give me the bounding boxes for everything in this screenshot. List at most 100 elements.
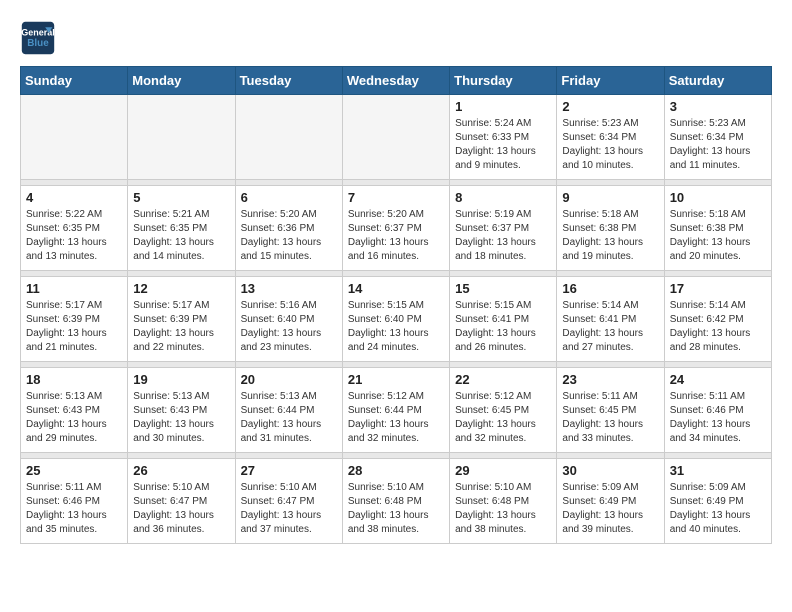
day-number: 7 (348, 190, 444, 205)
calendar-cell: 10 Sunrise: 5:18 AM Sunset: 6:38 PM Dayli… (664, 186, 771, 271)
day-info: Sunrise: 5:12 AM Sunset: 6:45 PM Dayligh… (455, 390, 551, 446)
calendar-cell: 6 Sunrise: 5:20 AM Sunset: 6:36 PM Daylig… (235, 186, 342, 271)
day-info: Sunrise: 5:11 AM Sunset: 6:46 PM Dayligh… (26, 481, 122, 537)
day-info: Sunrise: 5:22 AM Sunset: 6:35 PM Dayligh… (26, 208, 122, 264)
calendar-cell: 13 Sunrise: 5:16 AM Sunset: 6:40 PM Dayli… (235, 277, 342, 362)
day-number: 1 (455, 99, 551, 114)
calendar-header-row: SundayMondayTuesdayWednesdayThursdayFrid… (21, 67, 772, 95)
day-info: Sunrise: 5:18 AM Sunset: 6:38 PM Dayligh… (562, 208, 658, 264)
day-info: Sunrise: 5:13 AM Sunset: 6:43 PM Dayligh… (26, 390, 122, 446)
calendar-cell: 31 Sunrise: 5:09 AM Sunset: 6:49 PM Dayli… (664, 459, 771, 544)
calendar-cell: 7 Sunrise: 5:20 AM Sunset: 6:37 PM Daylig… (342, 186, 449, 271)
day-number: 29 (455, 463, 551, 478)
calendar-cell: 2 Sunrise: 5:23 AM Sunset: 6:34 PM Daylig… (557, 95, 664, 180)
day-number: 14 (348, 281, 444, 296)
day-info: Sunrise: 5:20 AM Sunset: 6:37 PM Dayligh… (348, 208, 444, 264)
day-number: 22 (455, 372, 551, 387)
calendar-cell: 8 Sunrise: 5:19 AM Sunset: 6:37 PM Daylig… (450, 186, 557, 271)
calendar-cell: 4 Sunrise: 5:22 AM Sunset: 6:35 PM Daylig… (21, 186, 128, 271)
day-number: 6 (241, 190, 337, 205)
weekday-header-sunday: Sunday (21, 67, 128, 95)
day-number: 30 (562, 463, 658, 478)
day-number: 13 (241, 281, 337, 296)
calendar-cell: 26Sunrise: 5:10 AM Sunset: 6:47 PM Dayli… (128, 459, 235, 544)
calendar-cell (21, 95, 128, 180)
day-number: 15 (455, 281, 551, 296)
calendar-cell: 1 Sunrise: 5:24 AM Sunset: 6:33 PM Daylig… (450, 95, 557, 180)
calendar-cell: 21 Sunrise: 5:12 AM Sunset: 6:44 PM Dayli… (342, 368, 449, 453)
day-info: Sunrise: 5:18 AM Sunset: 6:38 PM Dayligh… (670, 208, 766, 264)
day-info: Sunrise: 5:21 AM Sunset: 6:35 PM Dayligh… (133, 208, 229, 264)
day-info: Sunrise: 5:20 AM Sunset: 6:36 PM Dayligh… (241, 208, 337, 264)
day-info: Sunrise: 5:14 AM Sunset: 6:42 PM Dayligh… (670, 299, 766, 355)
day-info: Sunrise: 5:10 AM Sunset: 6:48 PM Dayligh… (455, 481, 551, 537)
day-info: Sunrise: 5:10 AM Sunset: 6:48 PM Dayligh… (348, 481, 444, 537)
page-header: General Blue (20, 20, 772, 56)
day-info: Sunrise: 5:16 AM Sunset: 6:40 PM Dayligh… (241, 299, 337, 355)
calendar-cell: 30Sunrise: 5:09 AM Sunset: 6:49 PM Dayli… (557, 459, 664, 544)
calendar-cell: 14 Sunrise: 5:15 AM Sunset: 6:40 PM Dayli… (342, 277, 449, 362)
weekday-header-thursday: Thursday (450, 67, 557, 95)
calendar-cell: 16 Sunrise: 5:14 AM Sunset: 6:41 PM Dayli… (557, 277, 664, 362)
day-info: Sunrise: 5:15 AM Sunset: 6:40 PM Dayligh… (348, 299, 444, 355)
day-info: Sunrise: 5:10 AM Sunset: 6:47 PM Dayligh… (241, 481, 337, 537)
day-info: Sunrise: 5:23 AM Sunset: 6:34 PM Dayligh… (562, 117, 658, 173)
calendar-week-5: 25Sunrise: 5:11 AM Sunset: 6:46 PM Dayli… (21, 459, 772, 544)
calendar-cell: 22 Sunrise: 5:12 AM Sunset: 6:45 PM Dayli… (450, 368, 557, 453)
calendar-week-3: 11 Sunrise: 5:17 AM Sunset: 6:39 PM Dayli… (21, 277, 772, 362)
day-info: Sunrise: 5:23 AM Sunset: 6:34 PM Dayligh… (670, 117, 766, 173)
calendar-cell (235, 95, 342, 180)
day-number: 16 (562, 281, 658, 296)
day-number: 10 (670, 190, 766, 205)
weekday-header-monday: Monday (128, 67, 235, 95)
day-info: Sunrise: 5:14 AM Sunset: 6:41 PM Dayligh… (562, 299, 658, 355)
day-number: 19 (133, 372, 229, 387)
calendar-cell (342, 95, 449, 180)
day-number: 27 (241, 463, 337, 478)
calendar-cell: 19 Sunrise: 5:13 AM Sunset: 6:43 PM Dayli… (128, 368, 235, 453)
calendar-cell: 20 Sunrise: 5:13 AM Sunset: 6:44 PM Dayli… (235, 368, 342, 453)
day-info: Sunrise: 5:17 AM Sunset: 6:39 PM Dayligh… (26, 299, 122, 355)
calendar-week-2: 4 Sunrise: 5:22 AM Sunset: 6:35 PM Daylig… (21, 186, 772, 271)
day-info: Sunrise: 5:24 AM Sunset: 6:33 PM Dayligh… (455, 117, 551, 173)
weekday-header-saturday: Saturday (664, 67, 771, 95)
weekday-header-friday: Friday (557, 67, 664, 95)
day-info: Sunrise: 5:12 AM Sunset: 6:44 PM Dayligh… (348, 390, 444, 446)
day-info: Sunrise: 5:09 AM Sunset: 6:49 PM Dayligh… (670, 481, 766, 537)
day-number: 18 (26, 372, 122, 387)
calendar-cell: 12 Sunrise: 5:17 AM Sunset: 6:39 PM Dayli… (128, 277, 235, 362)
calendar-week-4: 18 Sunrise: 5:13 AM Sunset: 6:43 PM Dayli… (21, 368, 772, 453)
calendar-cell: 28 Sunrise: 5:10 AM Sunset: 6:48 PM Dayli… (342, 459, 449, 544)
calendar-cell: 11 Sunrise: 5:17 AM Sunset: 6:39 PM Dayli… (21, 277, 128, 362)
day-number: 8 (455, 190, 551, 205)
day-number: 21 (348, 372, 444, 387)
day-info: Sunrise: 5:15 AM Sunset: 6:41 PM Dayligh… (455, 299, 551, 355)
calendar-cell: 5Sunrise: 5:21 AM Sunset: 6:35 PM Daylig… (128, 186, 235, 271)
calendar-cell: 27 Sunrise: 5:10 AM Sunset: 6:47 PM Dayli… (235, 459, 342, 544)
day-number: 4 (26, 190, 122, 205)
svg-text:Blue: Blue (27, 38, 49, 49)
day-info: Sunrise: 5:13 AM Sunset: 6:43 PM Dayligh… (133, 390, 229, 446)
day-number: 20 (241, 372, 337, 387)
day-number: 23 (562, 372, 658, 387)
calendar-cell: 23Sunrise: 5:11 AM Sunset: 6:45 PM Dayli… (557, 368, 664, 453)
calendar-table: SundayMondayTuesdayWednesdayThursdayFrid… (20, 66, 772, 544)
logo-icon: General Blue (20, 20, 56, 56)
calendar-cell (128, 95, 235, 180)
calendar-cell: 3 Sunrise: 5:23 AM Sunset: 6:34 PM Daylig… (664, 95, 771, 180)
weekday-header-wednesday: Wednesday (342, 67, 449, 95)
calendar-cell: 9Sunrise: 5:18 AM Sunset: 6:38 PM Daylig… (557, 186, 664, 271)
day-number: 17 (670, 281, 766, 296)
day-number: 11 (26, 281, 122, 296)
day-number: 2 (562, 99, 658, 114)
day-number: 3 (670, 99, 766, 114)
day-number: 31 (670, 463, 766, 478)
day-info: Sunrise: 5:13 AM Sunset: 6:44 PM Dayligh… (241, 390, 337, 446)
day-number: 12 (133, 281, 229, 296)
day-info: Sunrise: 5:19 AM Sunset: 6:37 PM Dayligh… (455, 208, 551, 264)
day-number: 28 (348, 463, 444, 478)
calendar-cell: 18 Sunrise: 5:13 AM Sunset: 6:43 PM Dayli… (21, 368, 128, 453)
logo: General Blue (20, 20, 60, 56)
day-info: Sunrise: 5:17 AM Sunset: 6:39 PM Dayligh… (133, 299, 229, 355)
calendar-cell: 29 Sunrise: 5:10 AM Sunset: 6:48 PM Dayli… (450, 459, 557, 544)
